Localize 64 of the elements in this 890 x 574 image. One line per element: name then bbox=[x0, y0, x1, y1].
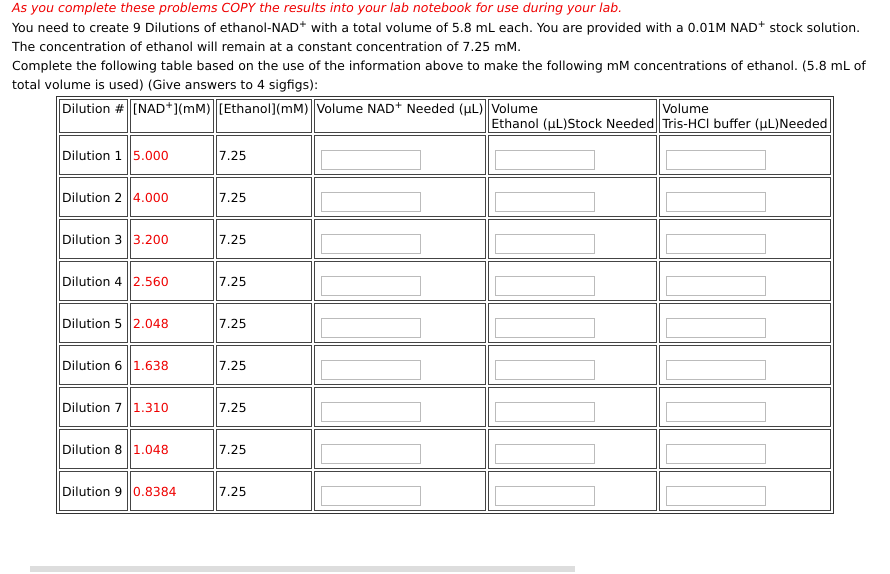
table-cell: Dilution 2 bbox=[59, 177, 128, 217]
answer-field[interactable] bbox=[320, 318, 421, 338]
answer-field[interactable] bbox=[320, 150, 421, 170]
answer-field[interactable] bbox=[666, 234, 766, 254]
column-header: Volume Tris-HCl buffer (μL)Needed bbox=[659, 99, 831, 133]
answer-field[interactable] bbox=[666, 276, 766, 296]
table-cell: 3.200 bbox=[130, 219, 214, 259]
answer-field[interactable] bbox=[666, 486, 766, 506]
table-cell: Dilution 1 bbox=[59, 135, 128, 175]
answer-field[interactable] bbox=[320, 444, 421, 464]
answer-field[interactable] bbox=[666, 360, 766, 380]
table-cell: Dilution 7 bbox=[59, 387, 128, 427]
notice-text: As you complete these problems COPY the results into your lab notebook for use during your lab. bbox=[12, 0, 624, 16]
column-header: Volume Ethanol (μL)Stock Needed bbox=[488, 99, 658, 133]
table-cell: 7.25 bbox=[216, 219, 312, 259]
table-cell: 7.25 bbox=[216, 471, 312, 511]
answer-field[interactable] bbox=[320, 360, 421, 380]
answer-field[interactable] bbox=[666, 402, 766, 422]
column-header: [NAD$^{+}$](mM) bbox=[130, 99, 214, 133]
table-cell: 4.000 bbox=[130, 177, 214, 217]
table-cell: 1.310 bbox=[130, 387, 214, 427]
answer-field[interactable] bbox=[666, 150, 766, 170]
table-cell: 7.25 bbox=[216, 429, 312, 469]
table-cell: 5.000 bbox=[130, 135, 214, 175]
answer-field[interactable] bbox=[495, 318, 596, 338]
table-cell: Dilution 9 bbox=[59, 471, 128, 511]
table-cell: 7.25 bbox=[216, 345, 312, 385]
answer-field[interactable] bbox=[320, 192, 421, 212]
table-cell: 7.25 bbox=[216, 387, 312, 427]
answer-field[interactable] bbox=[495, 276, 596, 296]
answer-field[interactable] bbox=[495, 150, 596, 170]
table-cell: Dilution 3 bbox=[59, 219, 128, 259]
answer-field[interactable] bbox=[495, 444, 596, 464]
column-header: [Ethanol](mM) bbox=[216, 99, 312, 133]
table-cell: 7.25 bbox=[216, 135, 312, 175]
answer-field[interactable] bbox=[495, 234, 596, 254]
instruction-paragraph: Complete the following table based on the use of the information above to make the following mM concentrations of ethanol. (5.8 mL of total volume is used) (Give answers to 4 sigfigs): bbox=[12, 57, 867, 94]
table-cell: 1.638 bbox=[130, 345, 214, 385]
table-cell: 2.048 bbox=[130, 303, 214, 343]
column-header: Dilution # bbox=[59, 99, 128, 133]
answer-field[interactable] bbox=[320, 276, 421, 296]
answer-field[interactable] bbox=[320, 234, 421, 254]
answer-field[interactable] bbox=[495, 486, 596, 506]
answer-field[interactable] bbox=[495, 402, 596, 422]
column-header: Volume NAD$^{+}$ Needed (μL) bbox=[314, 99, 486, 133]
answer-field[interactable] bbox=[666, 318, 766, 338]
scrollbar[interactable] bbox=[30, 566, 575, 572]
table-cell: 7.25 bbox=[216, 303, 312, 343]
instruction-paragraph: You need to create 9 Dilutions of ethanol-NAD$^{+}$ with a total volume of 5.8 mL each. You are provided with a 0.01M NAD$^{+}$ stock solution. The concentration of ethanol will remain at a constant concentration of 7.25 mM. bbox=[12, 18, 862, 56]
table-cell: 0.8384 bbox=[130, 471, 214, 511]
table-cell: Dilution 8 bbox=[59, 429, 128, 469]
table-cell: Dilution 6 bbox=[59, 345, 128, 385]
table-cell: Dilution 5 bbox=[59, 303, 128, 343]
answer-field[interactable] bbox=[666, 192, 766, 212]
answer-field[interactable] bbox=[495, 360, 596, 380]
answer-field[interactable] bbox=[320, 402, 421, 422]
table-cell: 7.25 bbox=[216, 177, 312, 217]
answer-field[interactable] bbox=[320, 486, 421, 506]
table-cell: 7.25 bbox=[216, 261, 312, 301]
table-cell: 1.048 bbox=[130, 429, 214, 469]
answer-field[interactable] bbox=[495, 192, 596, 212]
table-cell: 2.560 bbox=[130, 261, 214, 301]
answer-field[interactable] bbox=[666, 444, 766, 464]
table-cell: Dilution 4 bbox=[59, 261, 128, 301]
